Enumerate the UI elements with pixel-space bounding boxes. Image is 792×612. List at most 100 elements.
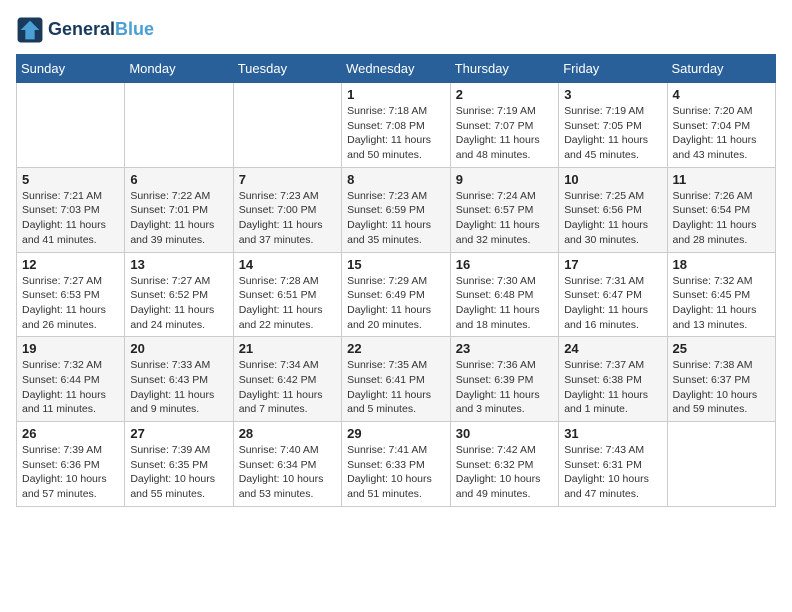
day-info: Sunrise: 7:33 AM Sunset: 6:43 PM Dayligh… (130, 358, 227, 417)
day-number: 5 (22, 172, 119, 187)
day-info: Sunrise: 7:19 AM Sunset: 7:05 PM Dayligh… (564, 104, 661, 163)
day-number: 13 (130, 257, 227, 272)
calendar-cell: 4Sunrise: 7:20 AM Sunset: 7:04 PM Daylig… (667, 83, 775, 168)
day-info: Sunrise: 7:38 AM Sunset: 6:37 PM Dayligh… (673, 358, 770, 417)
day-info: Sunrise: 7:18 AM Sunset: 7:08 PM Dayligh… (347, 104, 445, 163)
day-info: Sunrise: 7:24 AM Sunset: 6:57 PM Dayligh… (456, 189, 553, 248)
day-number: 3 (564, 87, 661, 102)
logo: GeneralBlue (16, 16, 154, 44)
weekday-header-sunday: Sunday (17, 55, 125, 83)
calendar-cell: 21Sunrise: 7:34 AM Sunset: 6:42 PM Dayli… (233, 337, 341, 422)
day-number: 28 (239, 426, 336, 441)
day-info: Sunrise: 7:39 AM Sunset: 6:35 PM Dayligh… (130, 443, 227, 502)
calendar-cell: 23Sunrise: 7:36 AM Sunset: 6:39 PM Dayli… (450, 337, 558, 422)
calendar-cell: 12 Sunrise: 7:27 AM Sunset: 6:53 PM Dayli… (17, 252, 125, 337)
day-number: 31 (564, 426, 661, 441)
calendar-cell: 14 Sunrise: 7:28 AM Sunset: 6:51 PM Dayli… (233, 252, 341, 337)
weekday-header-saturday: Saturday (667, 55, 775, 83)
day-info: Sunrise: 7:26 AM Sunset: 6:54 PM Dayligh… (673, 189, 770, 248)
calendar-cell (667, 422, 775, 507)
calendar-cell: 13 Sunrise: 7:27 AM Sunset: 6:52 PM Dayli… (125, 252, 233, 337)
calendar-week-3: 12 Sunrise: 7:27 AM Sunset: 6:53 PM Dayli… (17, 252, 776, 337)
day-info: Sunrise: 7:30 AM Sunset: 6:48 PM Dayligh… (456, 274, 553, 333)
calendar-cell: 24 Sunrise: 7:37 AM Sunset: 6:38 PM Dayli… (559, 337, 667, 422)
day-number: 12 (22, 257, 119, 272)
day-info: Sunrise: 7:23 AM Sunset: 7:00 PM Dayligh… (239, 189, 336, 248)
calendar-cell: 9 Sunrise: 7:24 AM Sunset: 6:57 PM Daylig… (450, 167, 558, 252)
day-info: Sunrise: 7:39 AM Sunset: 6:36 PM Dayligh… (22, 443, 119, 502)
day-number: 1 (347, 87, 445, 102)
calendar-cell: 28 Sunrise: 7:40 AM Sunset: 6:34 PM Dayli… (233, 422, 341, 507)
day-number: 19 (22, 341, 119, 356)
day-number: 15 (347, 257, 445, 272)
page-header: GeneralBlue (16, 16, 776, 44)
day-info: Sunrise: 7:28 AM Sunset: 6:51 PM Dayligh… (239, 274, 336, 333)
day-info: Sunrise: 7:40 AM Sunset: 6:34 PM Dayligh… (239, 443, 336, 502)
day-number: 14 (239, 257, 336, 272)
day-info: Sunrise: 7:25 AM Sunset: 6:56 PM Dayligh… (564, 189, 661, 248)
calendar-table: SundayMondayTuesdayWednesdayThursdayFrid… (16, 54, 776, 507)
calendar-cell: 22Sunrise: 7:35 AM Sunset: 6:41 PM Dayli… (342, 337, 451, 422)
calendar-week-4: 19 Sunrise: 7:32 AM Sunset: 6:44 PM Dayli… (17, 337, 776, 422)
day-info: Sunrise: 7:32 AM Sunset: 6:45 PM Dayligh… (673, 274, 770, 333)
day-number: 29 (347, 426, 445, 441)
day-info: Sunrise: 7:29 AM Sunset: 6:49 PM Dayligh… (347, 274, 445, 333)
day-number: 30 (456, 426, 553, 441)
day-info: Sunrise: 7:41 AM Sunset: 6:33 PM Dayligh… (347, 443, 445, 502)
calendar-cell: 11 Sunrise: 7:26 AM Sunset: 6:54 PM Dayli… (667, 167, 775, 252)
day-number: 21 (239, 341, 336, 356)
weekday-header-friday: Friday (559, 55, 667, 83)
weekday-header-row: SundayMondayTuesdayWednesdayThursdayFrid… (17, 55, 776, 83)
day-number: 24 (564, 341, 661, 356)
calendar-cell: 6 Sunrise: 7:22 AM Sunset: 7:01 PM Daylig… (125, 167, 233, 252)
day-number: 6 (130, 172, 227, 187)
day-info: Sunrise: 7:27 AM Sunset: 6:52 PM Dayligh… (130, 274, 227, 333)
calendar-cell: 16 Sunrise: 7:30 AM Sunset: 6:48 PM Dayli… (450, 252, 558, 337)
calendar-cell: 10 Sunrise: 7:25 AM Sunset: 6:56 PM Dayli… (559, 167, 667, 252)
day-number: 27 (130, 426, 227, 441)
calendar-cell: 17 Sunrise: 7:31 AM Sunset: 6:47 PM Dayli… (559, 252, 667, 337)
calendar-cell: 8 Sunrise: 7:23 AM Sunset: 6:59 PM Daylig… (342, 167, 451, 252)
calendar-week-5: 26Sunrise: 7:39 AM Sunset: 6:36 PM Dayli… (17, 422, 776, 507)
weekday-header-tuesday: Tuesday (233, 55, 341, 83)
logo-text: GeneralBlue (48, 20, 154, 40)
calendar-week-2: 5 Sunrise: 7:21 AM Sunset: 7:03 PM Daylig… (17, 167, 776, 252)
day-number: 18 (673, 257, 770, 272)
calendar-cell: 30Sunrise: 7:42 AM Sunset: 6:32 PM Dayli… (450, 422, 558, 507)
calendar-cell: 3 Sunrise: 7:19 AM Sunset: 7:05 PM Daylig… (559, 83, 667, 168)
weekday-header-wednesday: Wednesday (342, 55, 451, 83)
calendar-cell (17, 83, 125, 168)
calendar-cell: 29 Sunrise: 7:41 AM Sunset: 6:33 PM Dayli… (342, 422, 451, 507)
weekday-header-monday: Monday (125, 55, 233, 83)
day-info: Sunrise: 7:23 AM Sunset: 6:59 PM Dayligh… (347, 189, 445, 248)
day-number: 20 (130, 341, 227, 356)
calendar-cell: 25 Sunrise: 7:38 AM Sunset: 6:37 PM Dayli… (667, 337, 775, 422)
calendar-cell: 15 Sunrise: 7:29 AM Sunset: 6:49 PM Dayli… (342, 252, 451, 337)
day-info: Sunrise: 7:21 AM Sunset: 7:03 PM Dayligh… (22, 189, 119, 248)
day-info: Sunrise: 7:27 AM Sunset: 6:53 PM Dayligh… (22, 274, 119, 333)
day-info: Sunrise: 7:36 AM Sunset: 6:39 PM Dayligh… (456, 358, 553, 417)
day-number: 10 (564, 172, 661, 187)
day-number: 7 (239, 172, 336, 187)
day-number: 16 (456, 257, 553, 272)
calendar-cell: 27 Sunrise: 7:39 AM Sunset: 6:35 PM Dayli… (125, 422, 233, 507)
day-number: 9 (456, 172, 553, 187)
day-info: Sunrise: 7:32 AM Sunset: 6:44 PM Dayligh… (22, 358, 119, 417)
day-info: Sunrise: 7:20 AM Sunset: 7:04 PM Dayligh… (673, 104, 770, 163)
day-number: 11 (673, 172, 770, 187)
day-info: Sunrise: 7:22 AM Sunset: 7:01 PM Dayligh… (130, 189, 227, 248)
calendar-cell: 1 Sunrise: 7:18 AM Sunset: 7:08 PM Daylig… (342, 83, 451, 168)
calendar-cell: 26Sunrise: 7:39 AM Sunset: 6:36 PM Dayli… (17, 422, 125, 507)
calendar-cell (125, 83, 233, 168)
day-info: Sunrise: 7:31 AM Sunset: 6:47 PM Dayligh… (564, 274, 661, 333)
calendar-cell: 31 Sunrise: 7:43 AM Sunset: 6:31 PM Dayli… (559, 422, 667, 507)
calendar-cell: 19 Sunrise: 7:32 AM Sunset: 6:44 PM Dayli… (17, 337, 125, 422)
day-info: Sunrise: 7:43 AM Sunset: 6:31 PM Dayligh… (564, 443, 661, 502)
day-number: 25 (673, 341, 770, 356)
calendar-cell (233, 83, 341, 168)
calendar-cell: 2Sunrise: 7:19 AM Sunset: 7:07 PM Daylig… (450, 83, 558, 168)
day-number: 17 (564, 257, 661, 272)
weekday-header-thursday: Thursday (450, 55, 558, 83)
day-info: Sunrise: 7:37 AM Sunset: 6:38 PM Dayligh… (564, 358, 661, 417)
day-number: 8 (347, 172, 445, 187)
